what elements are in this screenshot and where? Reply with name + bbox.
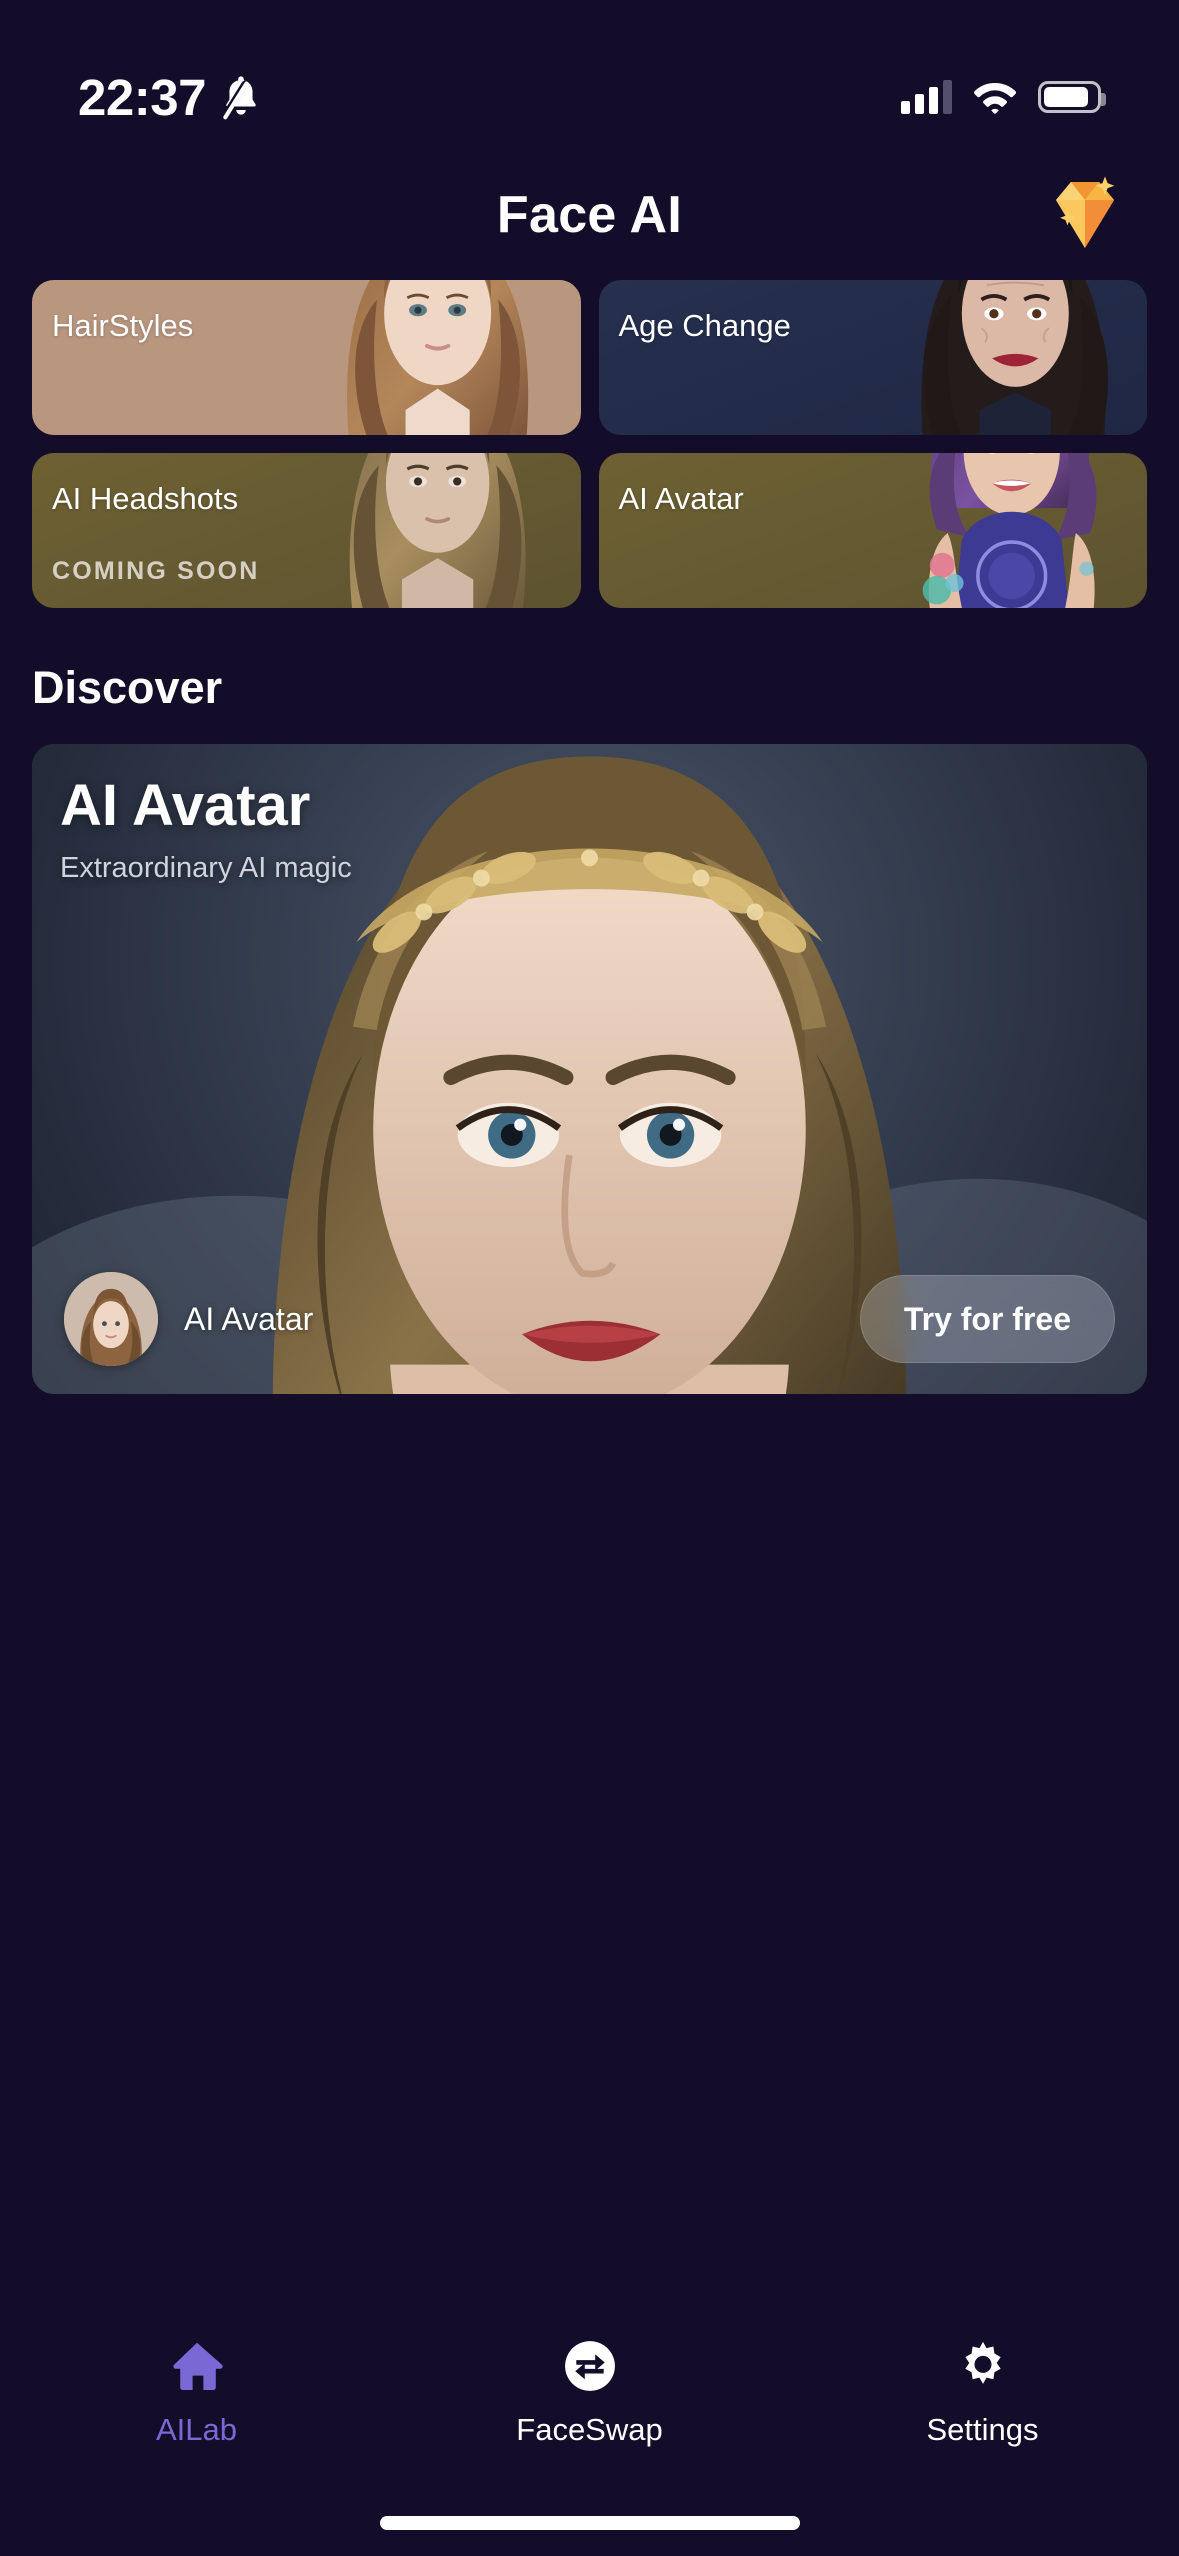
woman-brown-hair-portrait [295, 280, 581, 435]
app-header: Face AI [0, 150, 1179, 280]
hero-title: AI Avatar [60, 773, 311, 838]
hero-footer-label: AI Avatar [184, 1300, 314, 1337]
discover-hero-card[interactable]: AI Avatar Extraordinary AI magic AI Avat… [32, 744, 1147, 1394]
status-bar-right [901, 80, 1106, 114]
diamond-gem-icon [1042, 174, 1128, 257]
hero-footer: AI Avatar Try for free [32, 1244, 1147, 1394]
feature-card-age-change[interactable]: Age Change [598, 280, 1147, 435]
feature-card-grid: HairStyles Age Change AI Headshots COMIN… [0, 280, 1179, 608]
page-title: Face AI [496, 186, 683, 244]
discover-section-title: Discover [32, 662, 223, 713]
woman-brown-hair-thumbnail [64, 1272, 158, 1366]
wifi-icon [972, 80, 1018, 114]
woman-headshot-portrait [295, 453, 580, 608]
home-icon [169, 2338, 225, 2394]
feature-card-ai-avatar[interactable]: AI Avatar [598, 453, 1147, 608]
tab-label: Settings [926, 2412, 1039, 2447]
tab-label: AILab [155, 2412, 237, 2447]
premium-diamond-button[interactable] [1039, 169, 1131, 261]
tab-label: FaceSwap [516, 2412, 663, 2447]
feature-card-label: AI Avatar [618, 481, 744, 516]
status-bar-clock: 22:37 [78, 68, 206, 126]
status-bar-left: 22:37 [78, 68, 262, 127]
home-indicator [379, 2516, 800, 2530]
bell-muted-icon [220, 74, 262, 120]
app-screen: 22:37 Face AI HairStyles Age Change AI H… [0, 0, 1179, 2556]
tab-settings[interactable]: Settings [786, 2338, 1179, 2448]
tab-faceswap[interactable]: FaceSwap [393, 2338, 786, 2448]
face-swap-icon [563, 2338, 617, 2394]
older-woman-portrait [862, 280, 1147, 435]
battery-icon [1038, 81, 1106, 113]
try-for-free-button[interactable]: Try for free [859, 1275, 1115, 1363]
feature-card-hairstyles[interactable]: HairStyles [32, 280, 581, 435]
feature-card-label: AI Headshots [52, 481, 239, 516]
cellular-signal-icon [901, 80, 952, 114]
tab-ailab[interactable]: AILab [0, 2338, 393, 2448]
hero-text-block: AI Avatar Extraordinary AI magic [60, 774, 352, 885]
feature-card-ai-headshots[interactable]: AI Headshots COMING SOON [32, 453, 581, 608]
status-bar: 22:37 [0, 0, 1179, 150]
feature-card-label: Age Change [618, 308, 791, 343]
purple-hair-tattoo-woman-portrait [862, 453, 1147, 608]
gear-icon [956, 2338, 1010, 2394]
feature-card-label: HairStyles [52, 308, 194, 343]
hero-subtitle: Extraordinary AI magic [60, 851, 352, 884]
coming-soon-badge: COMING SOON [52, 557, 260, 585]
